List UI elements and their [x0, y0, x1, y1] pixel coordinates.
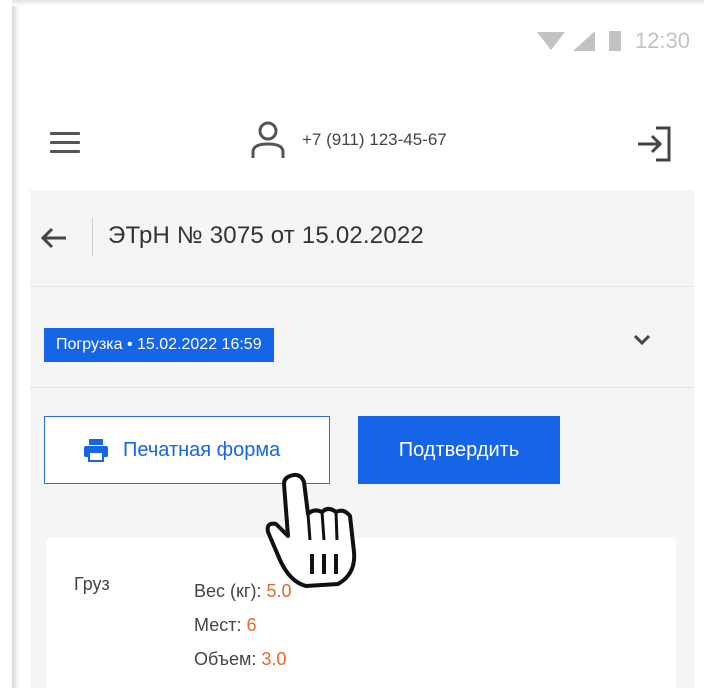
- arrow-left-icon[interactable]: [40, 226, 68, 250]
- places-label: Мест:: [194, 615, 242, 635]
- weight-label: Вес (кг):: [194, 581, 262, 601]
- status-time: 12:30: [634, 28, 690, 53]
- volume-label: Объем:: [194, 649, 257, 669]
- user-icon: [251, 121, 285, 158]
- document-title-bar: ЭТрН № 3075 от 15.02.2022: [30, 190, 694, 287]
- wifi-icon: [536, 32, 565, 50]
- cargo-volume: Объем: 3.0: [194, 642, 292, 676]
- status-bar: 12:30: [20, 6, 696, 66]
- chevron-down-icon[interactable]: [632, 333, 652, 347]
- cargo-label: Груз: [74, 574, 110, 594]
- status-badge: Погрузка • 15.02.2022 16:59: [44, 328, 274, 362]
- logout-icon[interactable]: [634, 124, 674, 164]
- status-icons: 12:30: [536, 28, 690, 54]
- title-divider: [92, 218, 93, 256]
- document-title: ЭТрН № 3075 от 15.02.2022: [108, 222, 424, 249]
- confirm-button[interactable]: Подтвердить: [358, 416, 560, 484]
- cargo-places: Мест: 6: [194, 608, 292, 642]
- device-frame-edge: [12, 0, 20, 688]
- printer-icon: [84, 439, 108, 462]
- status-row[interactable]: Погрузка • 15.02.2022 16:59: [30, 287, 694, 388]
- menu-icon[interactable]: [50, 132, 80, 154]
- hand-pointer-icon: [265, 472, 357, 588]
- places-value: 6: [246, 615, 257, 635]
- document-content: ЭТрН № 3075 от 15.02.2022 Погрузка • 15.…: [30, 190, 694, 688]
- signal-icon: [572, 31, 595, 51]
- app-header: +7 (911) 123-45-67: [20, 98, 696, 190]
- user-phone: +7 (911) 123-45-67: [302, 130, 447, 149]
- print-form-label: Печатная форма: [123, 438, 281, 461]
- volume-value: 3.0: [261, 649, 287, 669]
- user-account[interactable]: +7 (911) 123-45-67: [250, 120, 447, 160]
- battery-icon: [608, 31, 621, 51]
